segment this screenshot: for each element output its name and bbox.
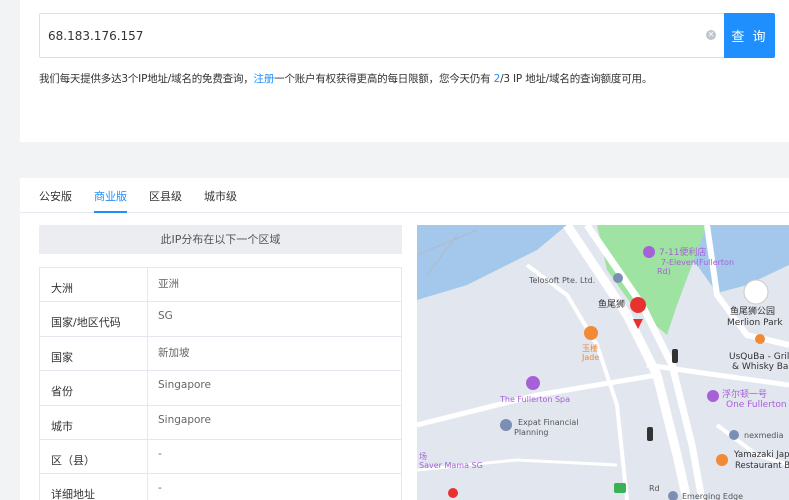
- row-key: 区（县）: [40, 439, 148, 474]
- map-canvas: 7-11便利店 7-Eleven(Fullerton Rd) Telosoft …: [417, 225, 789, 500]
- version-tabs: 公安版 商业版 区县级 城市级: [20, 178, 789, 213]
- poi-label: Expat Financial: [518, 418, 578, 427]
- poi-label: 鱼尾狮公园: [730, 305, 775, 317]
- register-link[interactable]: 注册: [254, 73, 275, 85]
- tab-city[interactable]: 城市级: [204, 188, 237, 213]
- search-box[interactable]: ✕: [39, 13, 724, 58]
- poi-label: 7-11便利店: [659, 246, 706, 258]
- row-key: 大洲: [40, 268, 148, 302]
- quota-middle: 一个账户有权获得更高的每日限额，您今天仍有: [274, 73, 494, 85]
- row-value: Singapore: [158, 379, 211, 392]
- search-row: ✕ 查 询: [39, 13, 775, 58]
- merlion-statue-icon: [743, 279, 769, 305]
- clear-icon[interactable]: ✕: [706, 30, 716, 40]
- tab-district[interactable]: 区县级: [149, 188, 182, 213]
- table-row: 详细地址 -: [40, 474, 401, 500]
- row-value: -: [158, 482, 162, 495]
- office-icon: [500, 419, 512, 431]
- row-value: Singapore: [158, 413, 211, 426]
- poi-label: Yamazaki Japa: [733, 450, 789, 460]
- row-value: -: [158, 447, 162, 460]
- table-row: 城市 Singapore: [40, 405, 401, 440]
- poi-label: 玉楼: [582, 343, 598, 353]
- poi-label: Planning: [514, 428, 548, 437]
- row-key: 省份: [40, 371, 148, 405]
- poi-label: Restaurant B: [735, 461, 789, 471]
- poi-label: nexmedia: [744, 431, 784, 440]
- row-key: 国家: [40, 336, 148, 371]
- office-icon: [729, 430, 739, 440]
- poi-label: One Fullerton: [726, 400, 787, 410]
- road-label: Rd: [649, 484, 660, 493]
- poi-label: Saver Mama SG: [419, 461, 483, 470]
- traffic-light-icon: [647, 427, 653, 441]
- poi-label: Merlion Park: [727, 318, 783, 328]
- row-key: 国家/地区代码: [40, 302, 148, 336]
- restaurant-icon: [755, 334, 765, 344]
- poi-label: 浮尔顿一号: [722, 388, 767, 400]
- poi-label: UsQuBa - Grill: [729, 352, 789, 362]
- search-button[interactable]: 查 询: [724, 13, 775, 58]
- row-value: SG: [158, 310, 173, 323]
- table-row: 大洲 亚洲: [40, 268, 401, 303]
- result-card: 公安版 商业版 区县级 城市级 此IP分布在以下一个区域 大洲 亚洲 国家/地区代…: [20, 178, 789, 500]
- poi-label: Jade: [581, 353, 599, 362]
- poi-label: 场: [419, 452, 427, 461]
- quota-prefix: 我们每天提供多达3个IP地址/域名的免费查询，: [39, 73, 254, 85]
- distribution-header: 此IP分布在以下一个区域: [39, 225, 402, 254]
- poi-label: Telosoft Pte. Ltd.: [528, 276, 595, 285]
- table-row: 省份 Singapore: [40, 371, 401, 406]
- tab-commercial[interactable]: 商业版: [94, 188, 127, 213]
- building-icon: [707, 390, 719, 402]
- convenience-store-icon: [643, 246, 655, 258]
- location-map[interactable]: 7-11便利店 7-Eleven(Fullerton Rd) Telosoft …: [417, 225, 789, 500]
- quota-suffix: /3 IP 地址/域名的查询额度可用。: [500, 73, 653, 85]
- spa-icon: [526, 376, 540, 390]
- row-key: 城市: [40, 405, 148, 439]
- poi-label: 鱼尾狮: [598, 298, 625, 310]
- traffic-light-icon: [672, 349, 678, 363]
- table-row: 国家 新加坡: [40, 336, 401, 372]
- poi-label: 7-Eleven(Fullerton: [661, 258, 734, 267]
- poi-label: Emerging Edge: [682, 492, 743, 500]
- row-value: 亚洲: [158, 278, 179, 290]
- ip-info-table: 大洲 亚洲 国家/地区代码 SG 国家 新加坡 省份 Singapore 城市 Singa…: [39, 267, 402, 500]
- ip-search-input[interactable]: [40, 14, 724, 57]
- row-key: 详细地址: [40, 474, 148, 500]
- quota-notice: 我们每天提供多达3个IP地址/域名的免费查询，注册一个账户有权获得更高的每日限额…: [39, 71, 784, 86]
- poi-label: & Whisky Bar: [732, 362, 789, 372]
- office-icon: [613, 273, 623, 283]
- restaurant-icon: [716, 454, 728, 466]
- poi-label: The Fullerton Spa: [499, 395, 570, 404]
- tab-police[interactable]: 公安版: [39, 188, 72, 213]
- row-value: 新加坡: [158, 346, 190, 359]
- table-row: 区（县） -: [40, 439, 401, 475]
- poi-label: Rd): [657, 267, 671, 276]
- bus-stop-icon: [614, 483, 626, 493]
- table-row: 国家/地区代码 SG: [40, 302, 401, 337]
- search-card: ✕ 查 询 我们每天提供多达3个IP地址/域名的免费查询，注册一个账户有权获得更…: [20, 0, 789, 142]
- metro-icon: [448, 488, 458, 498]
- restaurant-icon: [584, 326, 598, 340]
